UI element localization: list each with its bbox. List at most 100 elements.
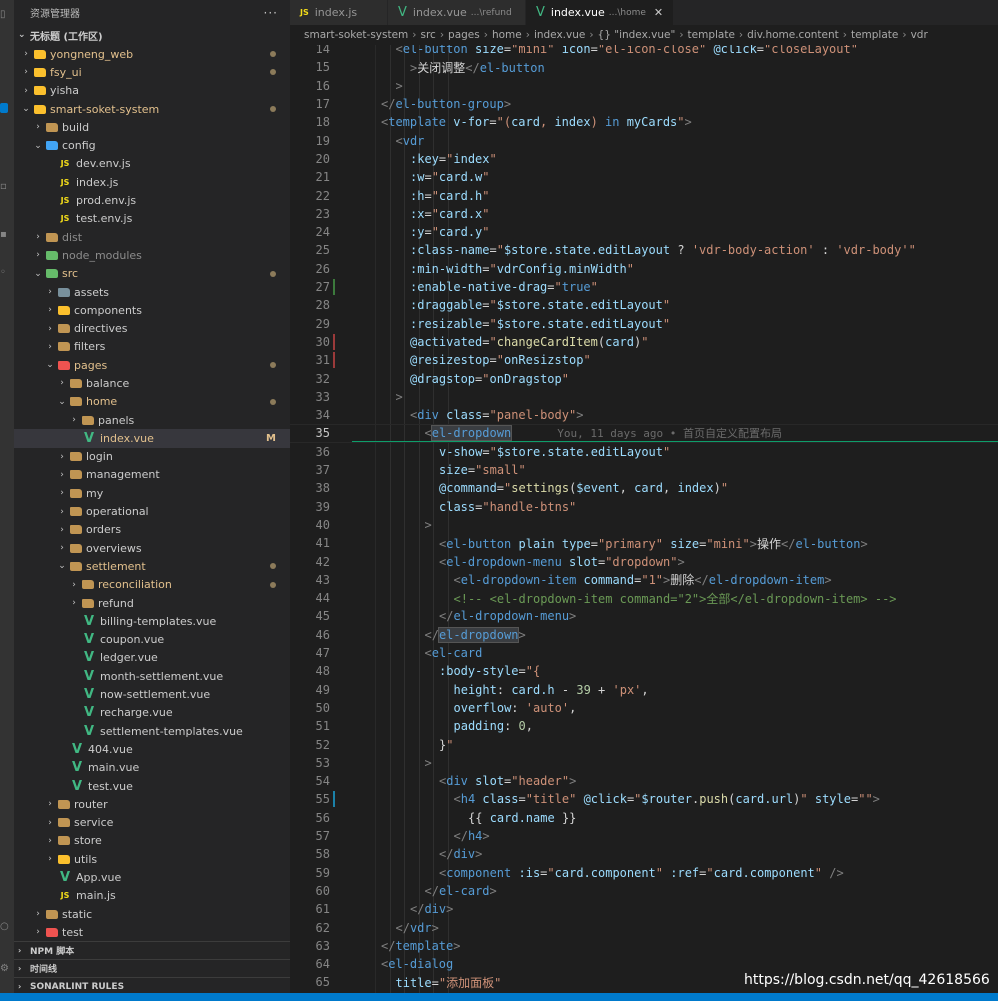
breadcrumb-item[interactable]: {} "index.vue" — [598, 29, 676, 41]
code-line[interactable]: 25:class-name="$store.state.editLayout ?… — [290, 241, 998, 259]
tab-0[interactable]: JS index.js — [290, 0, 388, 25]
tree-item-build[interactable]: › build — [14, 118, 290, 136]
tree-item-directives[interactable]: › directives — [14, 319, 290, 337]
tree-item-main-js[interactable]: JS main.js — [14, 887, 290, 905]
code-line[interactable]: 47 <el-card — [290, 644, 998, 662]
tree-item-node-modules[interactable]: › node_modules — [14, 246, 290, 264]
code-line[interactable]: 51 padding: 0, — [290, 717, 998, 735]
code-line[interactable]: 52}" — [290, 735, 998, 753]
tree-item-orders[interactable]: › orders — [14, 521, 290, 539]
code-line[interactable]: 33 > — [290, 388, 998, 406]
code-line[interactable]: 20:key="index" — [290, 150, 998, 168]
code-line[interactable]: 42 <el-dropdown-menu slot="dropdown"> — [290, 552, 998, 570]
tree-item-store[interactable]: › store — [14, 832, 290, 850]
tree-item-404-vue[interactable]: V 404.vue — [14, 740, 290, 758]
tree-item-settlement[interactable]: ⌄ settlement — [14, 557, 290, 575]
code-line[interactable]: 32 @dragstop="onDragstop" — [290, 369, 998, 387]
code-line[interactable]: 57 </h4> — [290, 827, 998, 845]
files-icon[interactable]: ▯ — [0, 8, 14, 22]
code-line[interactable]: 64 <el-dialog — [290, 955, 998, 973]
code-line[interactable]: 30 @activated="changeCardItem(card)" — [290, 333, 998, 351]
tree-item-overviews[interactable]: › overviews — [14, 539, 290, 557]
code-line[interactable]: 14 <el-button size="mini" icon="el-icon-c… — [290, 45, 998, 58]
code-line[interactable]: 58 </div> — [290, 845, 998, 863]
code-line[interactable]: 55 <h4 class="title" @click="$router.push… — [290, 790, 998, 808]
tree-item-src[interactable]: ⌄ src — [14, 265, 290, 283]
code-line[interactable]: 21:w="card.w" — [290, 168, 998, 186]
code-line[interactable]: 37 size="small" — [290, 461, 998, 479]
breadcrumb-item[interactable]: home — [492, 29, 522, 41]
more-actions-icon[interactable]: ··· — [264, 6, 278, 20]
code-line[interactable]: 26:min-width="vdrConfig.minWidth" — [290, 260, 998, 278]
code-line[interactable]: 50 overflow: 'auto', — [290, 699, 998, 717]
code-line[interactable]: 19 <vdr — [290, 132, 998, 150]
tree-item-filters[interactable]: › filters — [14, 338, 290, 356]
tree-item-yisha[interactable]: › yisha — [14, 82, 290, 100]
tree-item-service[interactable]: › service — [14, 813, 290, 831]
tree-item-refund[interactable]: › refund — [14, 594, 290, 612]
code-line[interactable]: 43 <el-dropdown-item command="1">删除</el-d… — [290, 571, 998, 589]
code-line[interactable]: 48:body-style="{ — [290, 662, 998, 680]
tree-item-coupon-vue[interactable]: Vcoupon.vue — [14, 631, 290, 649]
tree-item-main-vue[interactable]: Vmain.vue — [14, 759, 290, 777]
tree-item-index-vue[interactable]: Vindex.vue M — [14, 429, 290, 448]
code-line[interactable]: 38 @command="settings($event, card, index… — [290, 479, 998, 497]
tree-item-settlement-templates-vue[interactable]: Vsettlement-templates.vue — [14, 722, 290, 740]
breadcrumb-item[interactable]: template — [688, 29, 735, 41]
tree-item-prod-env-js[interactable]: JS prod.env.js — [14, 191, 290, 209]
code-line[interactable]: 16 > — [290, 77, 998, 95]
code-line[interactable]: 27:enable-native-drag="true" — [290, 278, 998, 296]
tree-item-panels[interactable]: › panels — [14, 411, 290, 429]
code-line[interactable]: 49 height: card.h - 39 + 'px', — [290, 681, 998, 699]
breadcrumb-item[interactable]: template — [851, 29, 898, 41]
account-icon[interactable]: ○ — [0, 920, 14, 934]
breadcrumb-item[interactable]: vdr — [911, 29, 928, 41]
code-line[interactable]: 23:x="card.x" — [290, 205, 998, 223]
code-line[interactable]: 34 <div class="panel-body"> — [290, 406, 998, 424]
tree-item-router[interactable]: › router — [14, 795, 290, 813]
breadcrumb-item[interactable]: src — [421, 29, 436, 41]
tab-1[interactable]: Vindex.vue ...\refund — [388, 0, 526, 25]
code-line[interactable]: 36 v-show="$store.state.editLayout" — [290, 443, 998, 461]
tab-2[interactable]: Vindex.vue ...\home ✕ — [526, 0, 675, 25]
tree-item-login[interactable]: › login — [14, 448, 290, 466]
tree-item-test-env-js[interactable]: JS test.env.js — [14, 210, 290, 228]
breadcrumb-item[interactable]: index.vue — [534, 29, 585, 41]
code-line[interactable]: 22:h="card.h" — [290, 186, 998, 204]
tree-item-my[interactable]: › my — [14, 484, 290, 502]
tree-item-config[interactable]: ⌄ config — [14, 136, 290, 154]
tree-item-recharge-vue[interactable]: Vrecharge.vue — [14, 704, 290, 722]
tree-item-now-settlement-vue[interactable]: Vnow-settlement.vue — [14, 685, 290, 703]
code-line[interactable]: 53 > — [290, 754, 998, 772]
workspace-title[interactable]: ⌄ 无标题 (工作区) — [14, 25, 290, 45]
tree-item-app-vue[interactable]: V App.vue — [14, 868, 290, 886]
tree-item-management[interactable]: › management — [14, 466, 290, 484]
code-line[interactable]: 31 @resizestop="onResizstop" — [290, 351, 998, 369]
code-line[interactable]: 39 class="handle-btns" — [290, 498, 998, 516]
debug-icon[interactable]: ▫ — [0, 180, 14, 194]
code-line[interactable]: 62 </vdr> — [290, 918, 998, 936]
tree-item-dist[interactable]: › dist — [14, 228, 290, 246]
code-line[interactable]: 63 </template> — [290, 937, 998, 955]
panel-header-1[interactable]: › 时间线 — [14, 959, 290, 977]
tree-item-smart-soket-system[interactable]: ⌄ smart-soket-system — [14, 100, 290, 118]
tree-item-home[interactable]: ⌄ home — [14, 393, 290, 411]
code-line[interactable]: 44 <!-- <el-dropdown-item command="2">全部<… — [290, 589, 998, 607]
code-line[interactable]: 15 >关闭调整</el-button — [290, 58, 998, 76]
tree-item-static[interactable]: › static — [14, 905, 290, 923]
code-line[interactable]: 59 <component :is="card.component" :ref="… — [290, 864, 998, 882]
code-line[interactable]: 24:y="card.y" — [290, 223, 998, 241]
code-line[interactable]: 45 </el-dropdown-menu> — [290, 607, 998, 625]
close-icon[interactable]: ✕ — [654, 6, 663, 19]
tree-item-yongneng-web[interactable]: › yongneng_web — [14, 45, 290, 63]
breadcrumb-item[interactable]: div.home.content — [747, 29, 839, 41]
code-line[interactable]: 46 </el-dropdown> — [290, 626, 998, 644]
tree-item-operational[interactable]: › operational — [14, 502, 290, 520]
tree-item-ledger-vue[interactable]: Vledger.vue — [14, 649, 290, 667]
code-line[interactable]: 28:draggable="$store.state.editLayout" — [290, 296, 998, 314]
code-editor[interactable]: 14 <el-button size="mini" icon="el-icon-c… — [290, 45, 998, 993]
extensions-icon[interactable]: ▪ — [0, 228, 14, 242]
tree-item-utils[interactable]: › utils — [14, 850, 290, 868]
code-line[interactable]: 41 <el-button plain type="primary" size="… — [290, 534, 998, 552]
code-line[interactable]: 61 </div> — [290, 900, 998, 918]
